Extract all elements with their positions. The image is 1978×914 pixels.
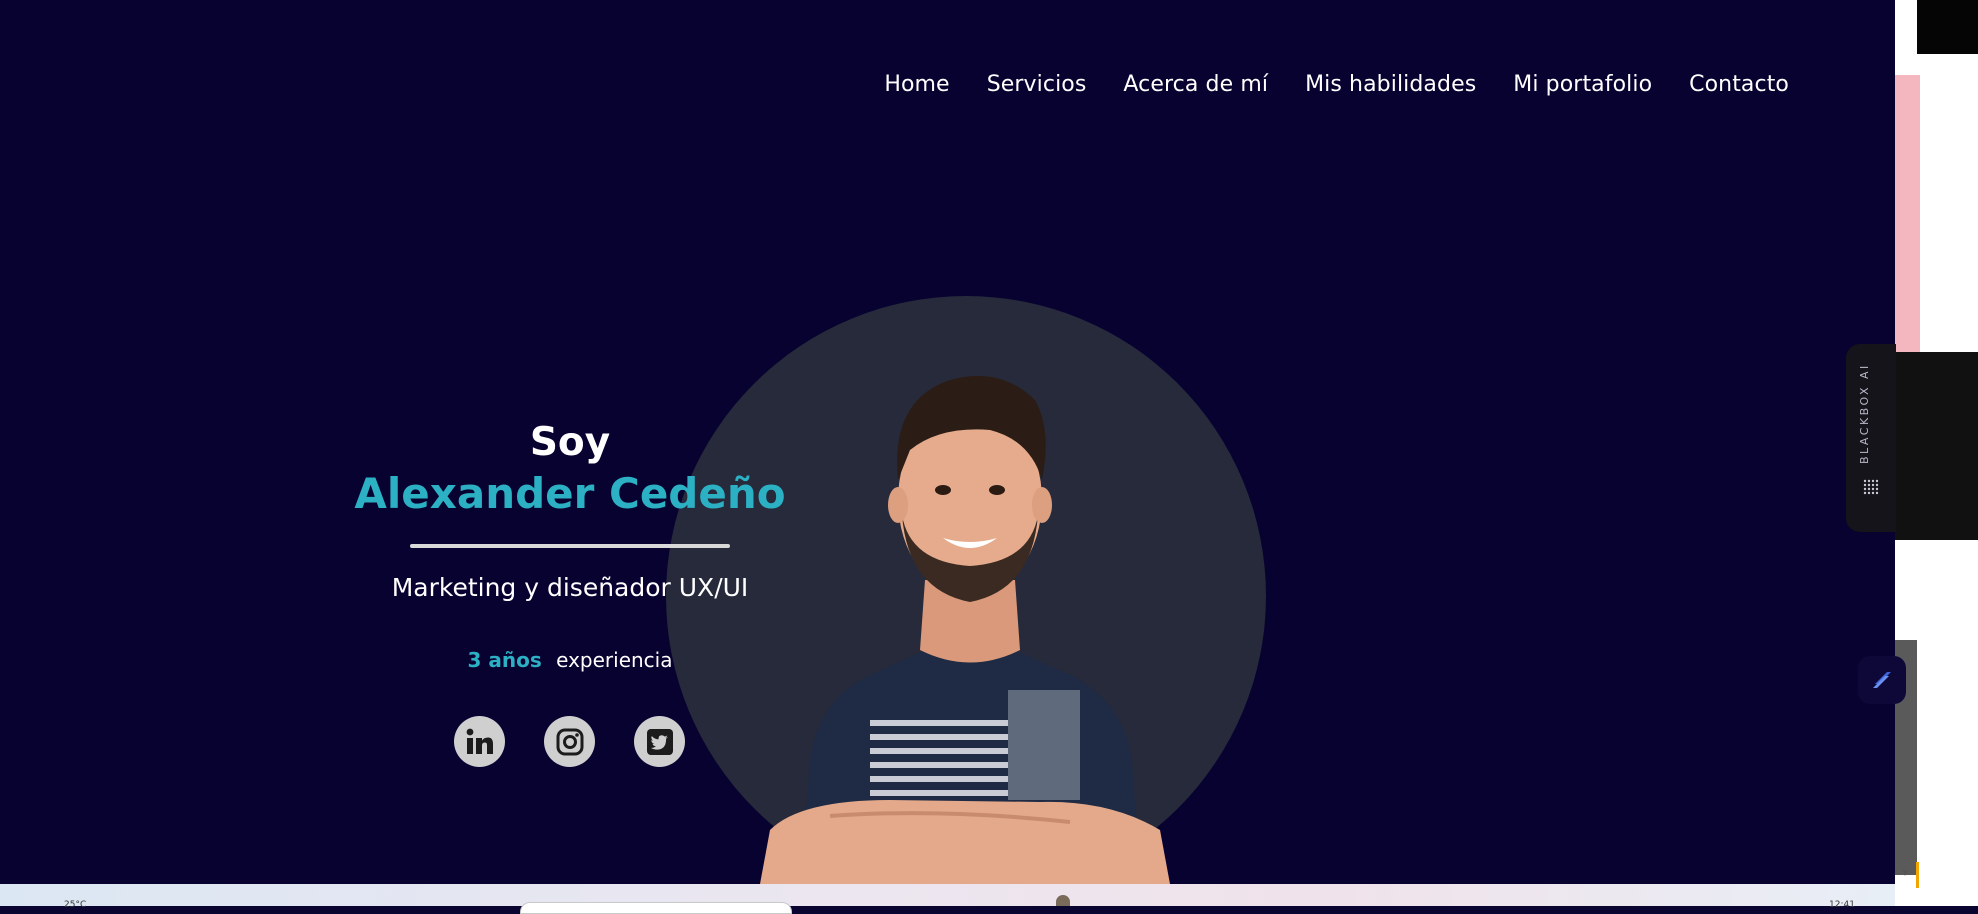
taskbar-clock: 12:41 <box>1829 900 1855 910</box>
main-nav: Home Servicios Acerca de mí Mis habilida… <box>884 72 1789 97</box>
stripe-logo-icon <box>1873 672 1891 688</box>
experience-line: 3 años experiencia <box>330 646 810 674</box>
hero-text: Soy Alexander Cedeño Marketing y diseñad… <box>330 420 810 674</box>
taskbar-search[interactable] <box>520 902 792 914</box>
name-underline <box>410 544 730 548</box>
experience-label: experiencia <box>556 648 673 672</box>
nav-acerca[interactable]: Acerca de mí <box>1123 72 1268 97</box>
strip-orange-mark <box>1916 862 1919 888</box>
twitter-icon <box>646 728 673 755</box>
instagram-button[interactable] <box>544 716 595 767</box>
floating-brand-button[interactable] <box>1858 656 1906 704</box>
nav-servicios[interactable]: Servicios <box>987 72 1087 97</box>
nav-home[interactable]: Home <box>884 72 949 97</box>
nav-contacto[interactable]: Contacto <box>1689 72 1789 97</box>
strip-dark-top <box>1917 0 1978 54</box>
scroll-down-arrow[interactable]: ▾ <box>1895 866 1915 886</box>
blackbox-ai-tab[interactable]: BLACKBOX AI <box>1846 344 1896 532</box>
blackbox-ai-label: BLACKBOX AI <box>1858 363 1871 464</box>
strip-dark-panel <box>1895 352 1978 540</box>
hero-name: Alexander Cedeño <box>354 469 786 518</box>
twitter-button[interactable] <box>634 716 685 767</box>
social-links <box>454 716 685 767</box>
taskbar-weather: 25°C <box>64 900 87 910</box>
instagram-icon <box>556 728 583 755</box>
experience-years: 3 años <box>467 648 542 672</box>
taskbar-avatar[interactable] <box>1056 895 1070 906</box>
linkedin-button[interactable] <box>454 716 505 767</box>
adjacent-window-strip: ▾ <box>1895 0 1978 906</box>
page-viewport: Home Servicios Acerca de mí Mis habilida… <box>0 0 1895 884</box>
blackbox-logo-icon <box>1863 479 1879 495</box>
hero-role: Marketing y diseñador UX/UI <box>391 573 749 602</box>
nav-habilidades[interactable]: Mis habilidades <box>1305 72 1476 97</box>
hero-intro: Soy <box>529 420 611 465</box>
linkedin-icon <box>466 728 493 754</box>
taskbar: 25°C 12:41 <box>0 884 1895 914</box>
nav-portafolio[interactable]: Mi portafolio <box>1513 72 1652 97</box>
strip-pink <box>1895 75 1920 352</box>
